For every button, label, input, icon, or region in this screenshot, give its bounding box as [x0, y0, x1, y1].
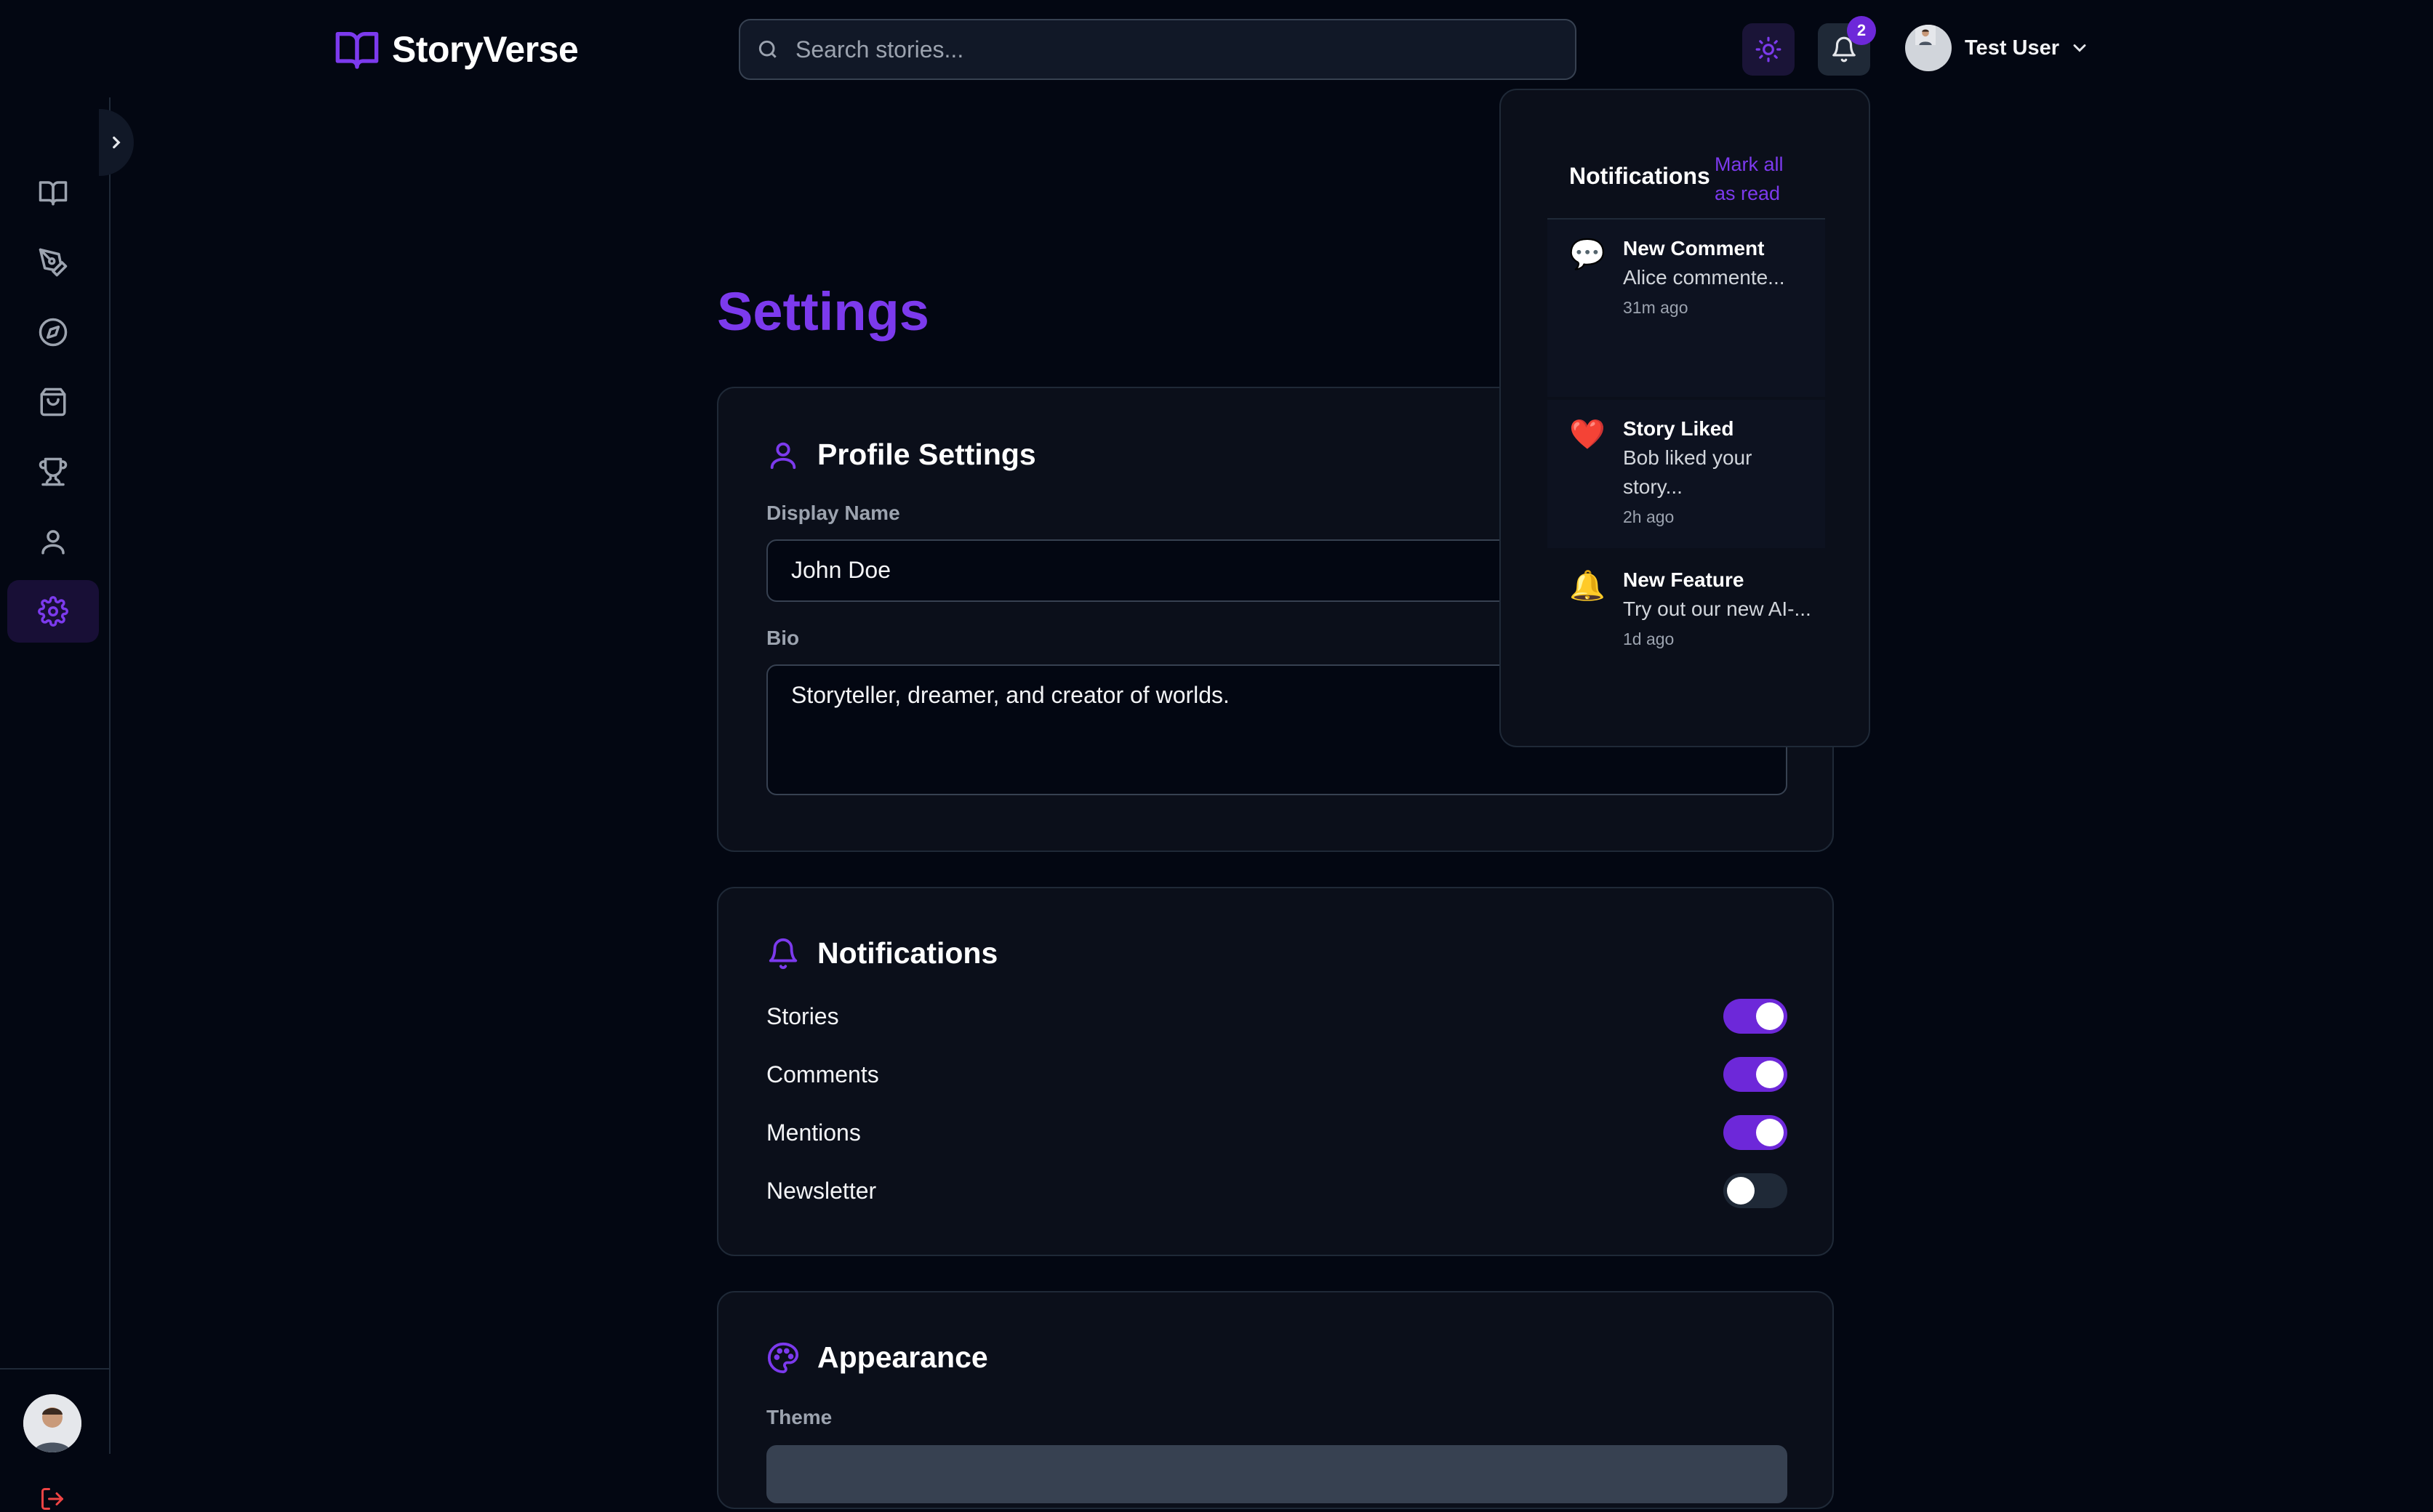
bell-icon: 🔔 [1569, 570, 1606, 602]
gear-icon [38, 596, 68, 627]
toggle-knob [1727, 1177, 1755, 1205]
chevron-down-icon [2073, 44, 2086, 52]
mentions-toggle[interactable] [1723, 1115, 1787, 1150]
compass-icon [39, 318, 68, 347]
speech-bubble-icon: 💬 [1569, 238, 1606, 270]
toggle-row-comments: Comments [766, 1054, 1787, 1095]
toggle-label: Stories [766, 1002, 839, 1029]
sun-icon [1755, 36, 1781, 63]
toggle-row-newsletter: Newsletter [766, 1170, 1787, 1211]
appearance-title: Appearance [817, 1340, 988, 1374]
notification-time: 1d ago [1623, 630, 1675, 648]
toggle-row-stories: Stories [766, 996, 1787, 1037]
toggle-label: Mentions [766, 1119, 861, 1146]
toggle-knob [1756, 1119, 1784, 1146]
page-title: Settings [717, 281, 929, 342]
profile-settings-title: Profile Settings [817, 438, 1036, 471]
search-input[interactable] [795, 36, 1559, 63]
notification-count-badge: 2 [1847, 16, 1876, 45]
user-icon [41, 530, 65, 555]
comments-toggle[interactable] [1723, 1057, 1787, 1092]
notification-text: New Feature Try out our new AI-... 1d ag… [1623, 566, 1812, 653]
theme-select[interactable] [766, 1445, 1787, 1503]
notification-message: Try out our new AI-... [1623, 598, 1811, 620]
notification-item[interactable]: 🔔 New Feature Try out our new AI-... 1d … [1547, 551, 1825, 704]
user-avatar [1905, 25, 1952, 71]
chevron-right-icon [113, 136, 121, 149]
notification-title: Story Liked [1623, 417, 1734, 440]
logout-icon[interactable] [39, 1486, 65, 1512]
notification-settings-heading: Notifications [766, 936, 998, 970]
toggle-knob [1756, 1061, 1784, 1088]
book-icon [39, 181, 68, 206]
sidebar-avatar[interactable] [23, 1394, 81, 1452]
display-name-label: Display Name [766, 502, 900, 524]
toggle-row-mentions: Mentions [766, 1112, 1787, 1153]
avatar-image-icon [23, 1394, 81, 1452]
nav-library[interactable] [7, 161, 99, 224]
nav-write[interactable] [7, 231, 99, 294]
shopping-bag-icon [40, 387, 66, 417]
notification-title: New Comment [1623, 237, 1765, 260]
notification-item[interactable]: ❤️ Story Liked Bob liked your story... 2… [1547, 400, 1825, 548]
stories-toggle[interactable] [1723, 999, 1787, 1034]
appearance-heading: Appearance [766, 1340, 988, 1375]
notifications-panel-title: Notifications [1569, 163, 1710, 189]
mark-all-read-link[interactable]: Mark all as read [1715, 150, 1802, 208]
trophy-icon [39, 457, 68, 486]
notification-settings-title: Notifications [817, 936, 998, 970]
pen-tool-icon [39, 248, 68, 277]
top-bar: StoryVerse 2 Test User [0, 0, 2433, 97]
nav-settings[interactable] [7, 580, 99, 643]
sidebar [0, 97, 111, 1510]
palette-icon [767, 1342, 799, 1373]
user-name: Test User [1965, 36, 2060, 60]
notifications-dropdown: Notifications Mark all as read 💬 New Com… [1499, 89, 1870, 747]
user-menu[interactable]: Test User [1905, 25, 2090, 71]
sidebar-expand-button[interactable] [99, 109, 134, 176]
notification-item[interactable]: 💬 New Comment Alice commente... 31m ago [1547, 220, 1825, 397]
notification-text: Story Liked Bob liked your story... 2h a… [1623, 414, 1812, 531]
user-icon [770, 442, 796, 469]
search-icon [758, 40, 777, 58]
toggle-label: Comments [766, 1061, 879, 1087]
notification-settings-card: Notifications Stories Comments Mentions … [717, 887, 1834, 1256]
theme-toggle-button[interactable] [1742, 23, 1795, 76]
avatar-image-icon [1915, 25, 1936, 45]
bell-icon [769, 938, 798, 969]
appearance-settings-card: Appearance Theme [717, 1291, 1834, 1509]
book-open-icon [335, 32, 379, 69]
toggle-knob [1756, 1002, 1784, 1030]
app-name: StoryVerse [392, 29, 579, 70]
notification-message: Alice commente... [1623, 266, 1785, 289]
sidebar-divider [0, 1368, 111, 1370]
nav-shop[interactable] [7, 371, 99, 433]
search-bar[interactable] [739, 19, 1576, 80]
notification-message: Bob liked your story... [1623, 446, 1752, 498]
nav-explore[interactable] [7, 301, 99, 363]
notification-text: New Comment Alice commente... 31m ago [1623, 234, 1812, 321]
app-logo[interactable]: StoryVerse [334, 26, 579, 73]
profile-settings-heading: Profile Settings [766, 438, 1036, 472]
notification-time: 2h ago [1623, 507, 1675, 526]
notification-title: New Feature [1623, 568, 1744, 591]
theme-label: Theme [766, 1406, 833, 1428]
toggle-label: Newsletter [766, 1177, 877, 1204]
heart-icon: ❤️ [1569, 419, 1606, 451]
nav-profile[interactable] [7, 510, 99, 573]
nav-achievements[interactable] [7, 441, 99, 503]
notification-time: 31m ago [1623, 298, 1688, 317]
bio-label: Bio [766, 627, 800, 649]
newsletter-toggle[interactable] [1723, 1173, 1787, 1208]
